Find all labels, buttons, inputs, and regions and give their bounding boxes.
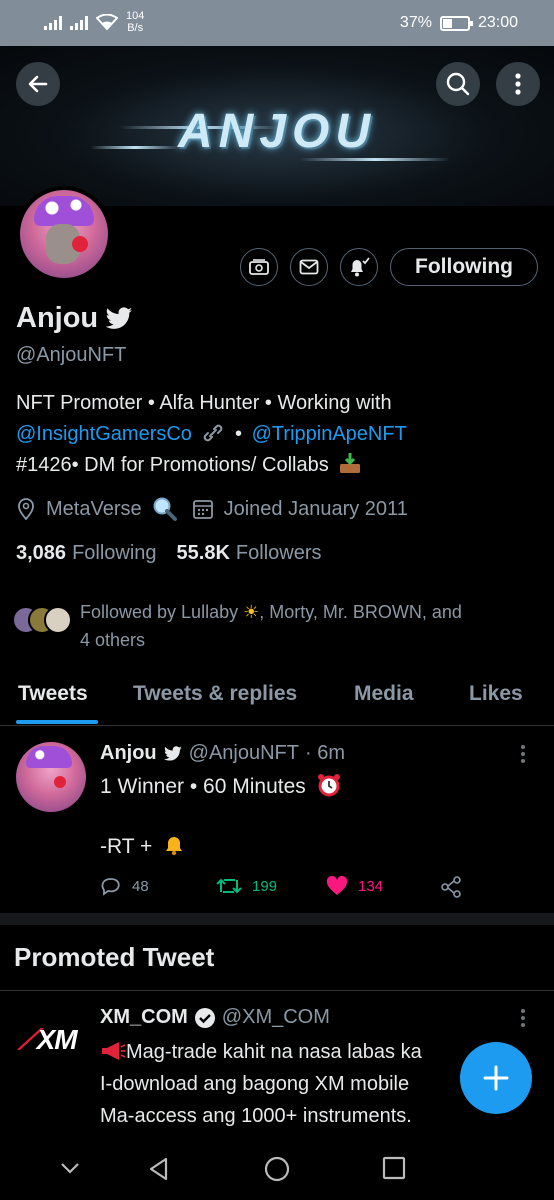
notifications-button[interactable] (340, 248, 378, 286)
reply-icon (101, 878, 120, 896)
retweet-button[interactable]: 199 (216, 876, 277, 896)
chevron-down-icon[interactable] (58, 1156, 82, 1180)
search-button[interactable] (436, 62, 480, 106)
promoted-tweet-header: XM_COM @XM_COM (100, 1006, 330, 1029)
calendar-icon (192, 500, 213, 519)
home-nav-icon[interactable] (264, 1156, 290, 1182)
signal-icon (44, 14, 62, 30)
tip-button[interactable] (240, 248, 278, 286)
tweet-author-handle: @AnjouNFT (188, 742, 299, 764)
profile-handle: @AnjouNFT (16, 344, 127, 366)
bell-emoji-icon (166, 837, 183, 856)
following-stat[interactable]: 3,086 Following (16, 542, 157, 565)
magnifier-emoji-icon (153, 497, 177, 521)
profile-location: MetaVerse (46, 497, 142, 520)
megaphone-emoji-icon (102, 1042, 126, 1060)
alarm-clock-emoji-icon (317, 774, 340, 797)
following-button[interactable]: Following (390, 248, 538, 286)
link-icon (204, 424, 223, 442)
retweet-icon (216, 878, 242, 894)
profile-avatar[interactable] (16, 186, 112, 282)
profile-joined: Joined January 2011 (223, 497, 408, 520)
promoted-avatar-logo[interactable]: ⟋XM (18, 1024, 78, 1057)
promoted-author-handle: @XM_COM (221, 1006, 330, 1028)
tweet-time: · 6m (305, 742, 345, 764)
tab-media[interactable]: Media (354, 682, 414, 706)
arrow-left-icon (28, 75, 48, 93)
wifi-icon (96, 14, 118, 30)
search-icon (446, 72, 470, 96)
tab-tweets-replies[interactable]: Tweets & replies (133, 682, 297, 706)
promoted-author-name[interactable]: XM_COM (100, 1006, 188, 1029)
system-navigation-bar (0, 1140, 554, 1200)
verified-badge-icon (194, 1007, 215, 1028)
recents-nav-icon[interactable] (382, 1156, 406, 1180)
twitter-bird-icon (163, 745, 182, 761)
share-icon (441, 876, 461, 898)
inbox-tray-icon (340, 453, 361, 473)
compose-tweet-button[interactable] (460, 1042, 532, 1114)
bell-check-icon (351, 257, 370, 277)
back-nav-icon[interactable] (146, 1156, 172, 1182)
tab-likes[interactable]: Likes (469, 682, 523, 706)
tweet-header: Anjou @AnjouNFT · 6m (100, 742, 345, 765)
profile-bio: NFT Promoter • Alfa Hunter • Working wit… (16, 388, 536, 481)
divider (0, 990, 554, 991)
battery-icon (439, 15, 473, 31)
reply-button[interactable]: 48 (100, 876, 149, 896)
clock: 23:00 (477, 14, 518, 31)
heart-filled-icon (326, 876, 348, 895)
tweet-more-button[interactable] (520, 744, 526, 769)
network-speed: 104 B/s (126, 10, 145, 34)
promoted-tweet-heading: Promoted Tweet (14, 942, 215, 972)
bio-line-3: #1426• DM for Promotions/ Collabs (16, 454, 329, 476)
back-button[interactable] (16, 62, 60, 106)
bio-separator: • (235, 423, 243, 445)
profile-name: Anjou (16, 302, 99, 334)
battery-percent: 37% (399, 14, 432, 31)
tweet-author-name[interactable]: Anjou (100, 742, 157, 765)
like-button[interactable]: 134 (326, 876, 383, 896)
followed-by[interactable]: Followed by Lullaby ☀, Morty, Mr. BROWN,… (12, 598, 540, 654)
profile-tabs: Tweets Tweets & replies Media Likes (0, 672, 554, 726)
tweet-actions: 48 199 134 (100, 876, 480, 902)
banner-logo: ANJOU (177, 105, 377, 158)
sun-emoji-icon: ☀ (243, 602, 260, 622)
bio-line-1: NFT Promoter • Alfa Hunter • Working wit… (16, 392, 392, 414)
tweet-avatar[interactable] (16, 742, 86, 812)
bio-link-trippinape[interactable]: @TrippinApeNFT (252, 423, 407, 445)
more-vertical-icon (515, 73, 521, 95)
signal-icon-2 (70, 14, 88, 30)
promoted-more-button[interactable] (520, 1008, 526, 1033)
plus-icon (483, 1065, 509, 1091)
section-divider (0, 913, 554, 925)
tab-tweets[interactable]: Tweets (18, 682, 88, 706)
active-tab-indicator (16, 720, 98, 724)
tweet-text: 1 Winner • 60 Minutes -RT + (100, 772, 342, 862)
mail-icon (299, 259, 319, 275)
more-options-button[interactable] (496, 62, 540, 106)
more-vertical-icon (521, 1009, 525, 1027)
tip-jar-icon (249, 259, 269, 275)
more-vertical-icon (521, 745, 525, 763)
share-button[interactable] (440, 876, 462, 898)
location-pin-icon (18, 498, 34, 520)
bio-link-insightgamers[interactable]: @InsightGamersCo (16, 423, 192, 445)
followed-by-avatars (12, 606, 72, 638)
message-button[interactable] (290, 248, 328, 286)
twitter-bird-icon (105, 306, 133, 329)
followers-stat[interactable]: 55.8K Followers (177, 542, 322, 565)
status-bar: 104 B/s 37% 23:00 (0, 0, 554, 46)
